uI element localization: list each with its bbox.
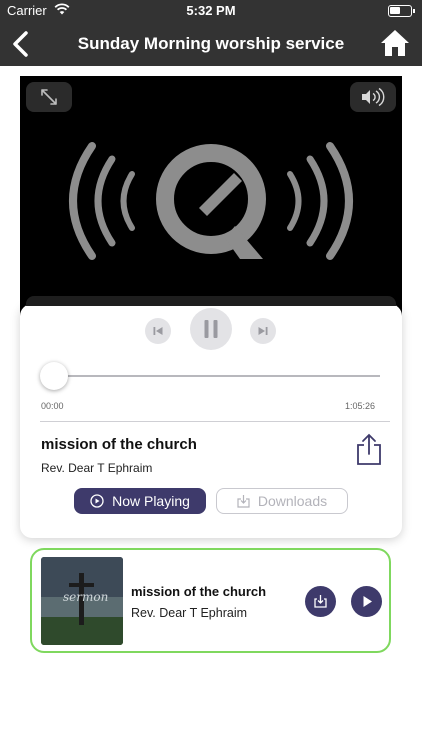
divider xyxy=(40,421,390,422)
track-title: mission of the church xyxy=(41,436,197,453)
downloads-button[interactable]: Downloads xyxy=(216,488,348,514)
thumbnail-text: sermon xyxy=(63,590,108,604)
now-playing-button[interactable]: Now Playing xyxy=(74,488,206,514)
download-icon xyxy=(237,495,250,508)
list-item-artist: Rev. Dear T Ephraim xyxy=(131,606,248,620)
nav-bar: Sunday Morning worship service xyxy=(0,22,422,66)
download-button[interactable] xyxy=(305,586,336,617)
pause-icon xyxy=(204,320,218,338)
next-button[interactable] xyxy=(250,318,276,344)
player-controls-card: 00:00 1:05:26 mission of the church Rev.… xyxy=(20,296,402,538)
duration-time: 1:05:26 xyxy=(344,401,375,411)
play-circle-icon xyxy=(90,494,104,508)
quicktime-logo-icon xyxy=(69,142,353,260)
download-icon xyxy=(314,595,327,608)
progress-track[interactable] xyxy=(54,375,380,377)
play-icon xyxy=(363,596,372,607)
play-button[interactable] xyxy=(351,586,382,617)
status-time: 5:32 PM xyxy=(186,3,236,18)
track-artist: Rev. Dear T Ephraim xyxy=(41,461,153,475)
page-title: Sunday Morning worship service xyxy=(77,34,345,53)
status-bar: Carrier 5:32 PM xyxy=(0,0,422,22)
list-item[interactable]: sermon mission of the church Rev. Dear T… xyxy=(30,548,391,653)
pause-button[interactable] xyxy=(190,308,232,350)
media-player[interactable] xyxy=(20,76,402,316)
previous-button[interactable] xyxy=(145,318,171,344)
now-playing-label: Now Playing xyxy=(112,493,190,509)
share-icon[interactable] xyxy=(354,432,384,466)
elapsed-time: 00:00 xyxy=(41,401,64,411)
list-item-title: mission of the church xyxy=(131,584,267,599)
sermon-thumbnail: sermon xyxy=(41,557,123,645)
previous-icon xyxy=(153,327,163,335)
progress-thumb[interactable] xyxy=(40,362,68,390)
downloads-label: Downloads xyxy=(257,493,328,509)
home-icon[interactable] xyxy=(380,28,410,58)
next-icon xyxy=(258,327,268,335)
battery-icon xyxy=(388,5,415,17)
